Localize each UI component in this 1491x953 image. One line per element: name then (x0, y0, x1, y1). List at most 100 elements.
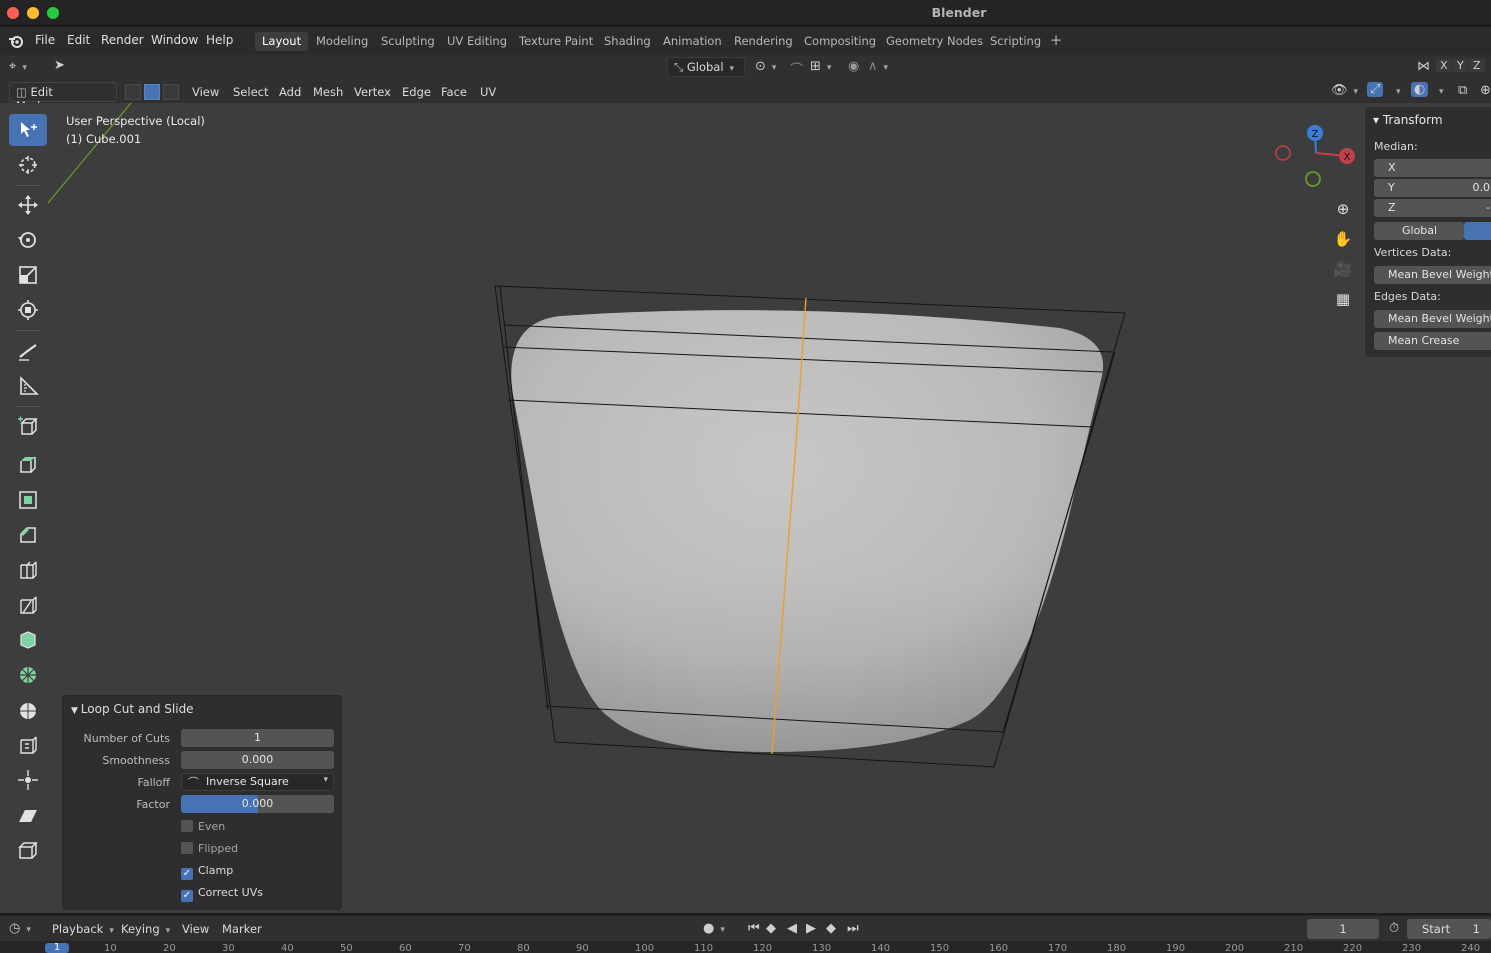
operator-panel-header[interactable]: ▼ Loop Cut and Slide (71, 702, 194, 716)
falloff-icon[interactable]: ∧ ▾ (868, 59, 888, 74)
cursor-tool[interactable] (9, 149, 47, 181)
flipped-checkbox[interactable]: Flipped (181, 842, 238, 855)
edge-select-button[interactable] (144, 84, 160, 100)
tab-texture-paint[interactable]: Texture Paint (512, 32, 600, 51)
extrude-tool[interactable] (9, 448, 47, 480)
mirror-icon[interactable]: ⋈ (1417, 59, 1430, 74)
clamp-checkbox[interactable]: ✓ Clamp (181, 864, 233, 880)
menu-window[interactable]: Window (151, 33, 198, 47)
shear-tool[interactable] (9, 799, 47, 831)
tab-modeling[interactable]: Modeling (309, 32, 375, 51)
tab-shading[interactable]: Shading (597, 32, 658, 51)
loop-cut-tool[interactable] (9, 554, 47, 586)
mirror-x-toggle[interactable]: X (1436, 59, 1452, 72)
play-icon[interactable]: ▶ (806, 921, 816, 936)
median-z-field[interactable]: Z- (1374, 199, 1491, 217)
playhead[interactable]: 1 (45, 943, 69, 953)
pivot-point-icon[interactable]: ⊙ ▾ (755, 59, 776, 74)
gizmo-toggle-icon[interactable]: ⤢ (1367, 82, 1384, 97)
keying-menu[interactable]: Keying ▾ (121, 922, 170, 936)
measure-tool[interactable] (9, 370, 47, 402)
number-of-cuts-field[interactable]: 1 (181, 729, 334, 747)
gizmo-options-icon[interactable]: ▾ (1390, 83, 1401, 98)
xray-toggle-icon[interactable]: ⧉ (1458, 83, 1467, 98)
rip-region-tool[interactable] (9, 834, 47, 866)
annotate-tool[interactable] (9, 335, 47, 367)
jump-to-prev-keyframe-icon[interactable]: ◆ (766, 921, 776, 936)
tab-animation[interactable]: Animation (656, 32, 729, 51)
tab-sculpting[interactable]: Sculpting (374, 32, 442, 51)
preview-range-icon[interactable]: ⏱ (1389, 921, 1399, 936)
vertex-mean-bevel-weight-field[interactable]: Mean Bevel Weight (1374, 266, 1491, 284)
transform-tool[interactable] (9, 294, 47, 326)
menu-add[interactable]: Add (279, 85, 301, 99)
add-cube-tool[interactable] (9, 410, 47, 442)
timeline-view-menu[interactable]: View (182, 922, 209, 936)
snap-toggle-icon[interactable]: ⌒ (790, 59, 803, 78)
scale-tool[interactable] (9, 259, 47, 291)
mirror-y-toggle[interactable]: Y (1453, 59, 1468, 72)
shrink-fatten-tool[interactable] (9, 764, 47, 796)
blender-logo-icon[interactable] (8, 33, 24, 49)
play-reverse-icon[interactable]: ◀ (787, 921, 797, 936)
menu-vertex[interactable]: Vertex (354, 85, 391, 99)
jump-to-end-icon[interactable]: ⏭ (847, 921, 859, 936)
tab-geometry-nodes[interactable]: Geometry Nodes (879, 32, 990, 51)
smoothness-field[interactable]: 0.000 (181, 751, 334, 769)
navigation-gizmo[interactable]: Z X (1270, 121, 1360, 196)
timeline-editor-type-icon[interactable]: ◷ ▾ (9, 921, 31, 936)
menu-select[interactable]: Select (233, 85, 268, 99)
snap-target-icon[interactable]: ⊞ ▾ (810, 59, 831, 74)
knife-tool[interactable] (9, 589, 47, 621)
factor-slider[interactable]: 0.000 (181, 795, 334, 813)
add-workspace-icon[interactable]: + (1047, 32, 1065, 50)
marker-menu[interactable]: Marker (222, 922, 262, 936)
shading-wireframe-icon[interactable]: ⊕ (1480, 83, 1491, 98)
jump-to-start-icon[interactable]: ⏮ (748, 921, 760, 936)
auto-keying-icon[interactable]: ● ▾ (703, 921, 725, 936)
menu-help[interactable]: Help (206, 33, 233, 47)
poly-build-tool[interactable] (9, 624, 47, 656)
menu-edit[interactable]: Edit (67, 33, 90, 47)
camera-view-icon[interactable]: 🎥 (1331, 257, 1355, 281)
bevel-tool[interactable] (9, 519, 47, 551)
zoom-icon[interactable]: ⊕ (1331, 197, 1355, 221)
overlays-options-icon[interactable]: ▾ (1433, 83, 1444, 98)
pan-hand-icon[interactable]: ✋ (1331, 227, 1355, 251)
tab-rendering[interactable]: Rendering (727, 32, 800, 51)
tab-scripting[interactable]: Scripting (983, 32, 1048, 51)
edge-mean-bevel-weight-field[interactable]: Mean Bevel Weight (1374, 310, 1491, 328)
rotate-tool[interactable] (9, 224, 47, 256)
global-space-button[interactable]: Global (1374, 222, 1464, 240)
face-select-button[interactable] (163, 84, 179, 100)
mirror-z-toggle[interactable]: Z (1469, 59, 1485, 72)
neg-x-axis-icon[interactable] (1275, 145, 1291, 161)
median-y-field[interactable]: Y 0.0 (1374, 179, 1491, 197)
menu-mesh[interactable]: Mesh (313, 85, 343, 99)
menu-file[interactable]: File (35, 33, 55, 47)
tab-uv-editing[interactable]: UV Editing (440, 32, 514, 51)
playback-menu[interactable]: Playback ▾ (52, 922, 114, 936)
menu-edge[interactable]: Edge (402, 85, 431, 99)
transform-orientation-dropdown[interactable]: ⤡ Global ▾ (667, 57, 745, 77)
jump-to-next-keyframe-icon[interactable]: ◆ (826, 921, 836, 936)
start-frame-field[interactable]: Start 1 (1407, 919, 1491, 939)
menu-uv[interactable]: UV (480, 85, 496, 99)
current-frame-field[interactable]: 1 (1307, 919, 1379, 939)
edge-slide-tool[interactable] (9, 729, 47, 761)
median-x-field[interactable]: X (1374, 159, 1491, 177)
tab-compositing[interactable]: Compositing (797, 32, 883, 51)
timeline-ruler[interactable]: 1 10 20 30 40 50 60 70 80 90 100 110 120 130 140 150 16… (0, 941, 1491, 953)
select-box-tool[interactable] (9, 114, 47, 146)
correct-uvs-checkbox[interactable]: ✓ Correct UVs (181, 886, 263, 902)
menu-render[interactable]: Render (101, 33, 144, 47)
visibility-icon[interactable]: 👁 ▾ (1331, 83, 1358, 98)
local-space-button[interactable] (1464, 222, 1491, 240)
transform-header[interactable]: ▾ Transform (1373, 113, 1443, 127)
proportional-edit-icon[interactable]: ◉ (848, 59, 859, 74)
editor-type-icon[interactable]: ⌖ ▾ (9, 59, 27, 74)
edge-mean-crease-field[interactable]: Mean Crease (1374, 332, 1491, 350)
spin-tool[interactable] (9, 659, 47, 691)
mode-dropdown[interactable]: ◫ Edit Mode▾ (9, 82, 117, 113)
neg-y-axis-icon[interactable] (1305, 171, 1321, 187)
